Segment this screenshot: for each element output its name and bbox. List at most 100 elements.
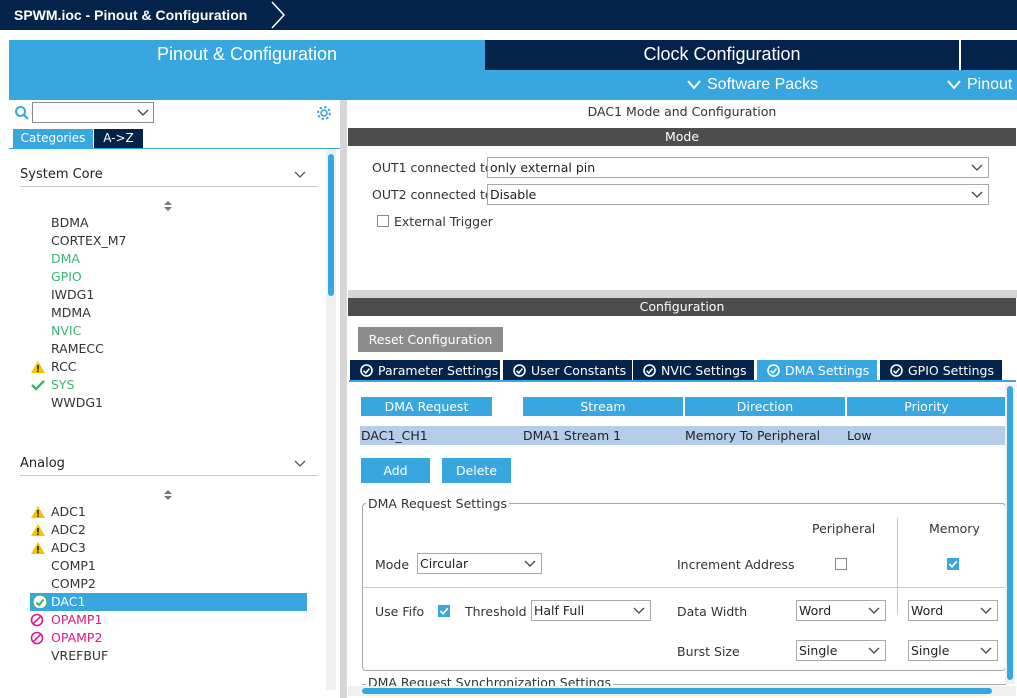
tab-categories[interactable]: Categories bbox=[13, 129, 93, 148]
memory-width-value: Word bbox=[911, 603, 944, 618]
burst-size-label: Burst Size bbox=[677, 644, 740, 659]
memory-increment-checkbox[interactable] bbox=[947, 558, 959, 570]
config-tab[interactable]: User Constants bbox=[503, 360, 632, 381]
menu-pinout[interactable]: Pinout bbox=[947, 70, 1012, 100]
right-horizontal-scrollbar-thumb[interactable] bbox=[362, 688, 992, 694]
chevron-down-icon bbox=[868, 607, 880, 614]
col-dma-request[interactable]: DMA Request bbox=[361, 397, 492, 416]
reset-configuration-button[interactable]: Reset Configuration bbox=[358, 327, 503, 352]
config-tab[interactable]: NVIC Settings bbox=[633, 360, 754, 381]
memory-width-select[interactable]: Word bbox=[908, 600, 998, 621]
threshold-select[interactable]: Half Full bbox=[531, 600, 651, 621]
right-scrollbar-thumb[interactable] bbox=[1007, 386, 1013, 680]
config-tab[interactable]: Parameter Settings bbox=[350, 360, 500, 381]
cell-priority: Low bbox=[847, 428, 872, 443]
list-item-label: NVIC bbox=[51, 323, 82, 338]
out2-select[interactable]: Disable bbox=[487, 184, 989, 205]
config-tab-label: User Constants bbox=[531, 363, 627, 378]
fieldset-divider bbox=[897, 518, 898, 614]
warning-icon bbox=[31, 542, 45, 554]
dma-request-settings-legend: DMA Request Settings bbox=[366, 496, 509, 511]
chevron-down-icon bbox=[524, 560, 536, 567]
breadcrumb-title[interactable]: SPWM.ioc - Pinout & Configuration bbox=[0, 0, 284, 30]
chevron-down-icon bbox=[980, 607, 992, 614]
category-separator bbox=[9, 148, 340, 149]
list-item-label: SYS bbox=[51, 377, 75, 392]
group-name: System Core bbox=[20, 167, 103, 182]
use-fifo-label: Use Fifo bbox=[375, 604, 425, 619]
panel-divider[interactable] bbox=[340, 100, 347, 698]
group-header[interactable]: Analog bbox=[20, 452, 318, 476]
check-circle-icon bbox=[890, 364, 903, 377]
out1-label: OUT1 connected to bbox=[372, 160, 493, 175]
list-item-label: COMP2 bbox=[51, 576, 96, 591]
mode-label: Mode bbox=[375, 557, 410, 572]
memory-burst-select[interactable]: Single bbox=[908, 640, 998, 661]
left-scrollbar[interactable] bbox=[326, 150, 336, 690]
tab-more[interactable] bbox=[959, 40, 1017, 70]
check-circle-icon bbox=[767, 364, 780, 377]
list-item-label: VREFBUF bbox=[51, 648, 109, 663]
warning-icon bbox=[31, 506, 45, 518]
config-tab-label: GPIO Settings bbox=[908, 363, 994, 378]
col-stream[interactable]: Stream bbox=[523, 397, 683, 416]
use-fifo-checkbox[interactable] bbox=[438, 605, 450, 617]
tab-pinout-label: Pinout & Configuration bbox=[156, 44, 338, 64]
tab-a-z[interactable]: A->Z bbox=[94, 129, 143, 148]
check-icon bbox=[439, 607, 449, 616]
list-item-label: ADC2 bbox=[51, 522, 86, 537]
menu-software-packs-label: Software Packs bbox=[707, 76, 819, 93]
external-trigger-checkbox[interactable] bbox=[377, 215, 389, 227]
config-tab-label: Parameter Settings bbox=[378, 363, 499, 378]
group-name: Analog bbox=[20, 456, 65, 471]
list-item-label: CORTEX_M7 bbox=[51, 233, 127, 248]
right-horizontal-scrollbar[interactable] bbox=[348, 686, 1016, 696]
right-scrollbar[interactable] bbox=[1005, 384, 1015, 684]
title-bar: SPWM.ioc - Pinout & Configuration bbox=[0, 0, 1017, 30]
list-item-label: BDMA bbox=[51, 215, 89, 230]
peripheral-burst-select[interactable]: Single bbox=[796, 640, 886, 661]
menu-software-packs[interactable]: Software Packs bbox=[687, 70, 818, 100]
tab-clock-configuration[interactable]: Clock Configuration bbox=[485, 40, 959, 70]
check-circle-icon bbox=[513, 364, 526, 377]
list-item-label: DMA bbox=[51, 251, 80, 266]
search-combo[interactable] bbox=[32, 102, 154, 123]
tab-pinout-configuration[interactable]: Pinout & Configuration bbox=[9, 40, 485, 100]
list-item-label: WWDG1 bbox=[51, 395, 103, 410]
peripheral-increment-checkbox[interactable] bbox=[835, 558, 847, 570]
memory-burst-value: Single bbox=[911, 643, 950, 658]
check-circle-icon bbox=[32, 594, 48, 608]
sort-icon[interactable] bbox=[163, 489, 173, 502]
search-icon[interactable] bbox=[14, 105, 30, 121]
col-direction[interactable]: Direction bbox=[685, 397, 845, 416]
chevron-down-icon bbox=[971, 164, 983, 171]
config-tab[interactable]: GPIO Settings bbox=[880, 360, 1002, 381]
list-item-label: COMP1 bbox=[51, 558, 96, 573]
col-priority[interactable]: Priority bbox=[847, 397, 1006, 416]
list-item[interactable]: DAC1 bbox=[30, 593, 307, 611]
list-item-label: OPAMP2 bbox=[51, 630, 103, 645]
out1-select[interactable]: only external pin bbox=[487, 157, 989, 178]
config-tab-label: DMA Settings bbox=[785, 363, 870, 378]
table-row[interactable] bbox=[360, 426, 1006, 445]
config-tab[interactable]: DMA Settings bbox=[757, 360, 877, 381]
menu-pinout-label: Pinout bbox=[967, 76, 1013, 93]
panel-title: DAC1 Mode and Configuration bbox=[587, 104, 777, 119]
fieldset-divider bbox=[363, 587, 1005, 588]
chevron-down-icon bbox=[980, 647, 992, 654]
section-gap bbox=[348, 290, 1017, 298]
delete-button[interactable]: Delete bbox=[442, 458, 511, 483]
check-icon bbox=[31, 380, 45, 391]
check-circle-icon bbox=[360, 364, 373, 377]
add-button[interactable]: Add bbox=[361, 458, 430, 483]
left-scrollbar-thumb[interactable] bbox=[328, 154, 334, 296]
mode-select[interactable]: Circular bbox=[417, 553, 542, 574]
sync-settings-legend: DMA Request Synchronization Settings bbox=[366, 676, 614, 686]
group-header[interactable]: System Core bbox=[20, 163, 318, 187]
sort-icon[interactable] bbox=[163, 200, 173, 213]
gear-icon[interactable] bbox=[315, 104, 333, 122]
data-width-label: Data Width bbox=[677, 604, 748, 619]
mode-header: Mode bbox=[348, 128, 1016, 146]
peripheral-width-select[interactable]: Word bbox=[796, 600, 886, 621]
check-circle-icon bbox=[643, 364, 656, 377]
